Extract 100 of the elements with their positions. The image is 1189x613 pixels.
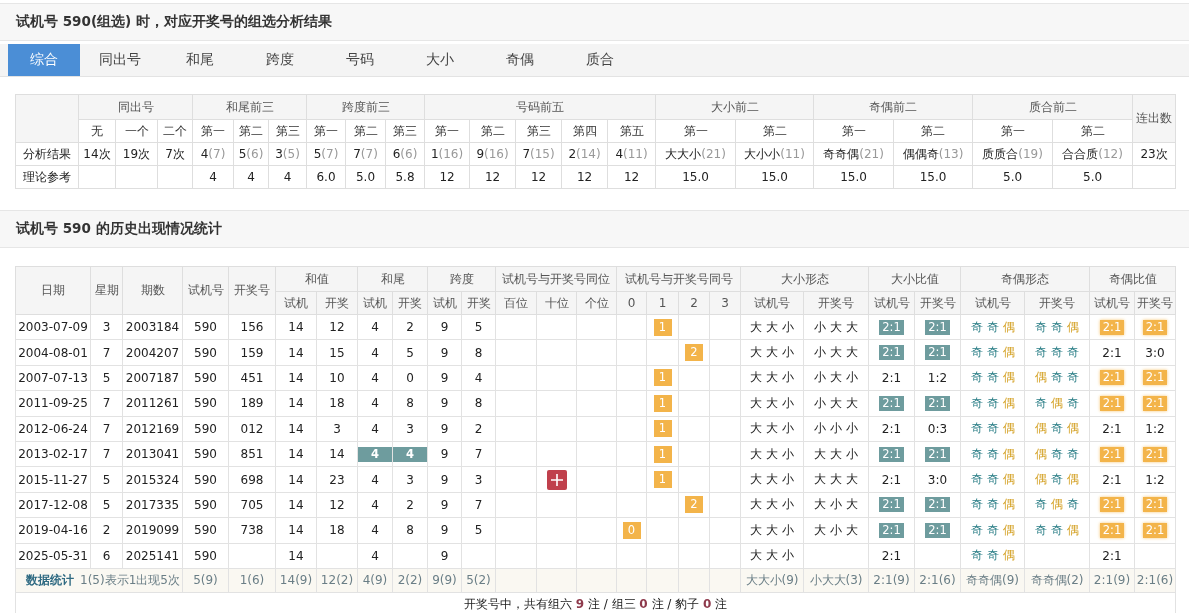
table-cell: 14 [275, 466, 317, 493]
table-cell: 5 [461, 517, 496, 543]
table-cell: 159 [228, 339, 276, 366]
table-cell: 大大小 [740, 339, 804, 366]
ratio-highlight: 2:1 [1099, 319, 1125, 335]
table-cell: 7 [90, 416, 123, 442]
tab[interactable]: 号码 [320, 44, 400, 76]
table-cell: 590 [182, 365, 229, 391]
table-cell: 9 [427, 441, 462, 467]
tab[interactable]: 质合 [560, 44, 640, 76]
table-cell: 2015324 [122, 466, 183, 493]
section-title: 试机号 590(组选) 时，对应开奖号的组选分析结果 [16, 13, 332, 31]
table-cell: 2007187 [122, 365, 183, 391]
table-cell: 5.0 [972, 165, 1053, 189]
column-header: 试机号与开奖号同位 [495, 266, 617, 292]
column-header: 和尾 [357, 266, 428, 292]
table-cell: 2:1 [868, 365, 915, 391]
section-title: 试机号 590 的历史出现情况统计 [16, 220, 222, 238]
table-cell: 12 [424, 165, 470, 189]
tab[interactable]: 和尾 [160, 44, 240, 76]
table-cell: 7 [90, 390, 123, 417]
table-cell: 大大小 [740, 390, 804, 417]
table-cell: 2004207 [122, 339, 183, 366]
table-cell: 大小大 [803, 517, 869, 543]
column-header: 奇偶前二 [813, 94, 973, 120]
table-cell: 8 [461, 390, 496, 417]
tab[interactable]: 同出号 [80, 44, 160, 76]
table-cell: 奇奇奇 [1024, 339, 1090, 366]
table-cell: 奇奇 偶 [960, 517, 1025, 543]
table-cell: 451 [228, 365, 276, 391]
table-cell: 2007-07-13 [15, 365, 91, 391]
table-cell: 14 [275, 543, 317, 569]
table-cell: 2:1 [1089, 466, 1135, 493]
table-cell: 奇奇 偶 [960, 339, 1025, 366]
ratio-highlight: 2:1 [925, 395, 950, 411]
ratio-highlight: 2:1 [1099, 522, 1125, 538]
ratio-highlight: 2:1 [1099, 446, 1125, 462]
table-cell: 2004-08-01 [15, 339, 91, 366]
match-count-tag: 1 [653, 369, 672, 387]
table-cell: 奇奇 偶 [960, 416, 1025, 442]
column-header: 开奖号 [228, 266, 276, 315]
column-header: 日期 [15, 266, 91, 315]
table-cell: 大大大 [803, 466, 869, 493]
table-cell: 14 [275, 416, 317, 442]
ratio-highlight: 2:1 [925, 522, 950, 538]
table-cell: 4 [357, 339, 393, 366]
column-header: 试机号与开奖号同号 [616, 266, 741, 292]
table-cell: 1:2 [914, 365, 961, 391]
table-cell: 奇奇 偶 [960, 543, 1025, 569]
ratio-highlight: 2:1 [879, 345, 904, 361]
table-cell: 4 [268, 165, 307, 189]
table-cell: 奇奇 偶 [960, 365, 1025, 391]
column-header: 星期 [90, 266, 123, 315]
table-cell: 9 [427, 492, 462, 518]
table-cell: 偶偶奇(13) [893, 142, 973, 166]
table-cell: 大大小 [740, 466, 804, 493]
column-header: 质合前二 [972, 94, 1133, 120]
table-cell: 2(14) [561, 142, 608, 166]
table-cell: 2 [90, 517, 123, 543]
ratio-highlight: 2:1 [1142, 446, 1168, 462]
table-cell: 7 [90, 441, 123, 467]
table-cell: 156 [228, 314, 276, 340]
draw-summary-text: 开奖号中，共有组六 9 注 / 组三 0 注 / 豹子 0 注 [463, 596, 728, 611]
ratio-highlight: 2:1 [925, 319, 950, 335]
table-cell: 9 [427, 416, 462, 442]
table-cell: 2017335 [122, 492, 183, 518]
column-header: 号码前五 [424, 94, 656, 120]
table-cell: 2:1 [868, 416, 915, 442]
table-cell: 大大小 [740, 416, 804, 442]
table-cell: 7 [461, 492, 496, 518]
table-cell: 8 [392, 517, 428, 543]
stats-note: 1(5)表示1出现5次 [80, 572, 180, 587]
table-cell: 4 [192, 165, 234, 189]
table-cell: 3 [90, 314, 123, 340]
table-cell: 3 [461, 466, 496, 493]
table-cell: 590 [182, 314, 229, 340]
tab[interactable]: 大小 [400, 44, 480, 76]
table-cell: 14 [275, 517, 317, 543]
table-cell: 18 [316, 390, 358, 417]
tab[interactable]: 跨度 [240, 44, 320, 76]
table-cell: 奇奇 偶 [960, 492, 1025, 518]
table-cell: 4 [357, 492, 393, 518]
table-cell: 小小小 [803, 416, 869, 442]
table-cell: 偶 奇 偶 [1024, 466, 1090, 493]
ratio-highlight: 2:1 [925, 497, 950, 513]
match-count-tag: 1 [653, 471, 672, 489]
column-header: 大小前二 [655, 94, 814, 120]
table-cell: 15.0 [655, 165, 736, 189]
tab[interactable]: 奇偶 [480, 44, 560, 76]
column-header: 奇偶比值 [1089, 266, 1176, 292]
table-cell: 4 [357, 517, 393, 543]
column-header: 大小形态 [740, 266, 869, 292]
table-cell: 4 [357, 466, 393, 493]
column-header: 和尾前三 [192, 94, 307, 120]
table-cell: 3:0 [1134, 339, 1176, 366]
table-cell: 2012169 [122, 416, 183, 442]
table-cell: 0 [392, 365, 428, 391]
match-count-tag: 2 [685, 344, 703, 362]
match-count-tag: 2 [685, 496, 703, 514]
table-cell: 3 [316, 416, 358, 442]
